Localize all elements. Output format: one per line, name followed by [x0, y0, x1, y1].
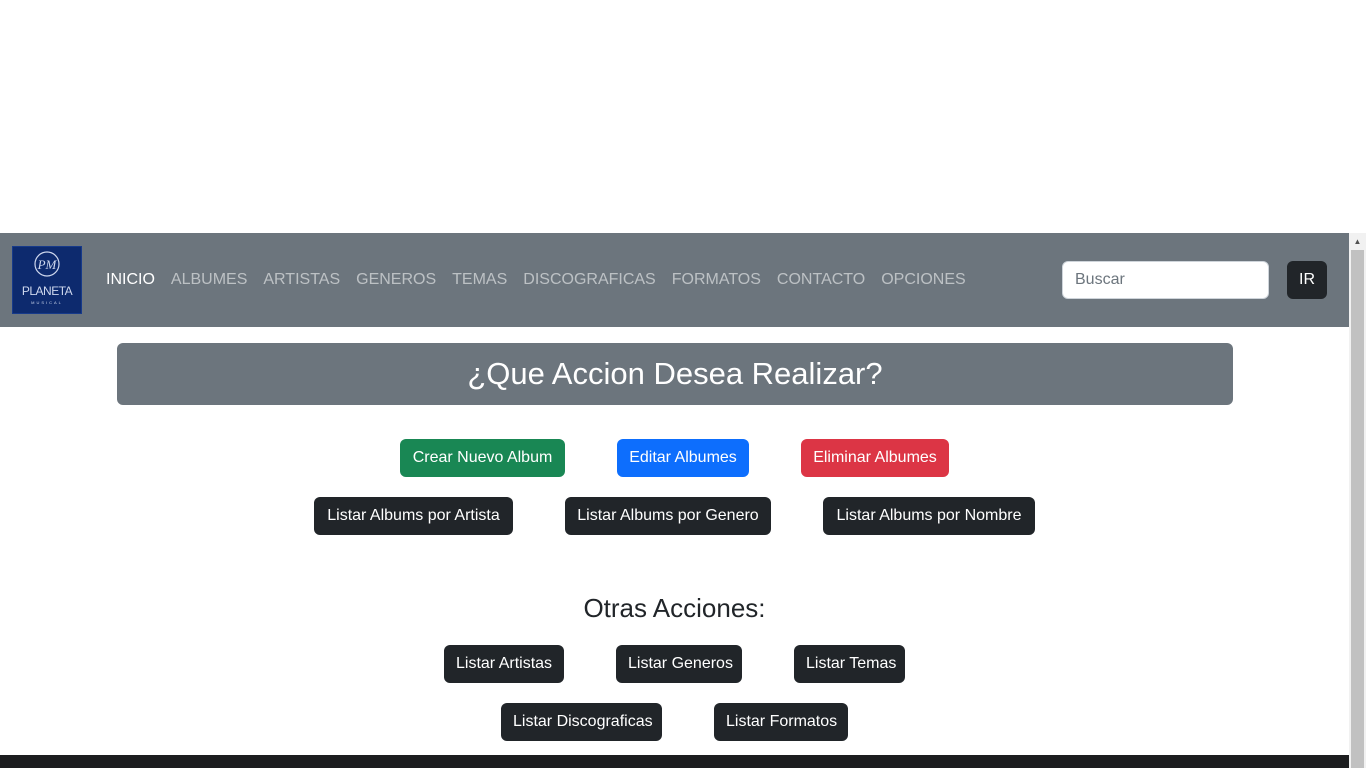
footer	[0, 755, 1349, 768]
blank-top-area	[0, 0, 1366, 233]
action-heading-box: ¿Que Accion Desea Realizar?	[117, 343, 1233, 405]
nav-link-inicio[interactable]: INICIO	[98, 271, 163, 289]
nav-link-formatos[interactable]: FORMATOS	[664, 271, 769, 289]
svg-text:PLANETA: PLANETA	[22, 284, 73, 298]
other-actions-heading: Otras Acciones:	[583, 593, 766, 623]
page-content: PM PLANETA MUSICAL INICIO ALBUMES ARTIST…	[0, 233, 1349, 768]
list-genres-button[interactable]: Listar Generos	[616, 645, 742, 683]
list-formats-button[interactable]: Listar Formatos	[714, 703, 848, 741]
delete-albums-button[interactable]: Eliminar Albumes	[801, 439, 949, 477]
create-album-button[interactable]: Crear Nuevo Album	[400, 439, 565, 477]
svg-text:MUSICAL: MUSICAL	[31, 300, 63, 305]
vertical-scrollbar[interactable]: ▲	[1349, 233, 1366, 768]
list-albums-by-artist-button[interactable]: Listar Albums por Artista	[314, 497, 513, 535]
search-go-button[interactable]: IR	[1287, 261, 1327, 299]
svg-text:PM: PM	[37, 257, 58, 272]
page-title: ¿Que Accion Desea Realizar?	[467, 356, 883, 391]
scroll-up-icon[interactable]: ▲	[1349, 233, 1366, 250]
planeta-musical-logo[interactable]: PM PLANETA MUSICAL	[12, 246, 82, 314]
nav-link-artistas[interactable]: ARTISTAS	[255, 271, 348, 289]
nav-link-contacto[interactable]: CONTACTO	[769, 271, 873, 289]
edit-albums-button[interactable]: Editar Albumes	[617, 439, 749, 477]
nav-link-albumes[interactable]: ALBUMES	[163, 271, 255, 289]
list-artists-button[interactable]: Listar Artistas	[444, 645, 564, 683]
search-input[interactable]	[1062, 261, 1269, 299]
list-albums-by-genre-button[interactable]: Listar Albums por Genero	[565, 497, 771, 535]
list-themes-button[interactable]: Listar Temas	[794, 645, 905, 683]
nav-link-opciones[interactable]: OPCIONES	[873, 271, 973, 289]
nav-link-discograficas[interactable]: DISCOGRAFICAS	[515, 271, 663, 289]
list-albums-by-name-button[interactable]: Listar Albums por Nombre	[823, 497, 1035, 535]
nav-link-generos[interactable]: GENEROS	[348, 271, 444, 289]
nav-link-temas[interactable]: TEMAS	[444, 271, 515, 289]
nav-links: INICIO ALBUMES ARTISTAS GENEROS TEMAS DI…	[98, 233, 974, 327]
navbar: PM PLANETA MUSICAL INICIO ALBUMES ARTIST…	[0, 233, 1349, 327]
scrollbar-thumb[interactable]	[1351, 250, 1364, 768]
list-labels-button[interactable]: Listar Discograficas	[501, 703, 662, 741]
